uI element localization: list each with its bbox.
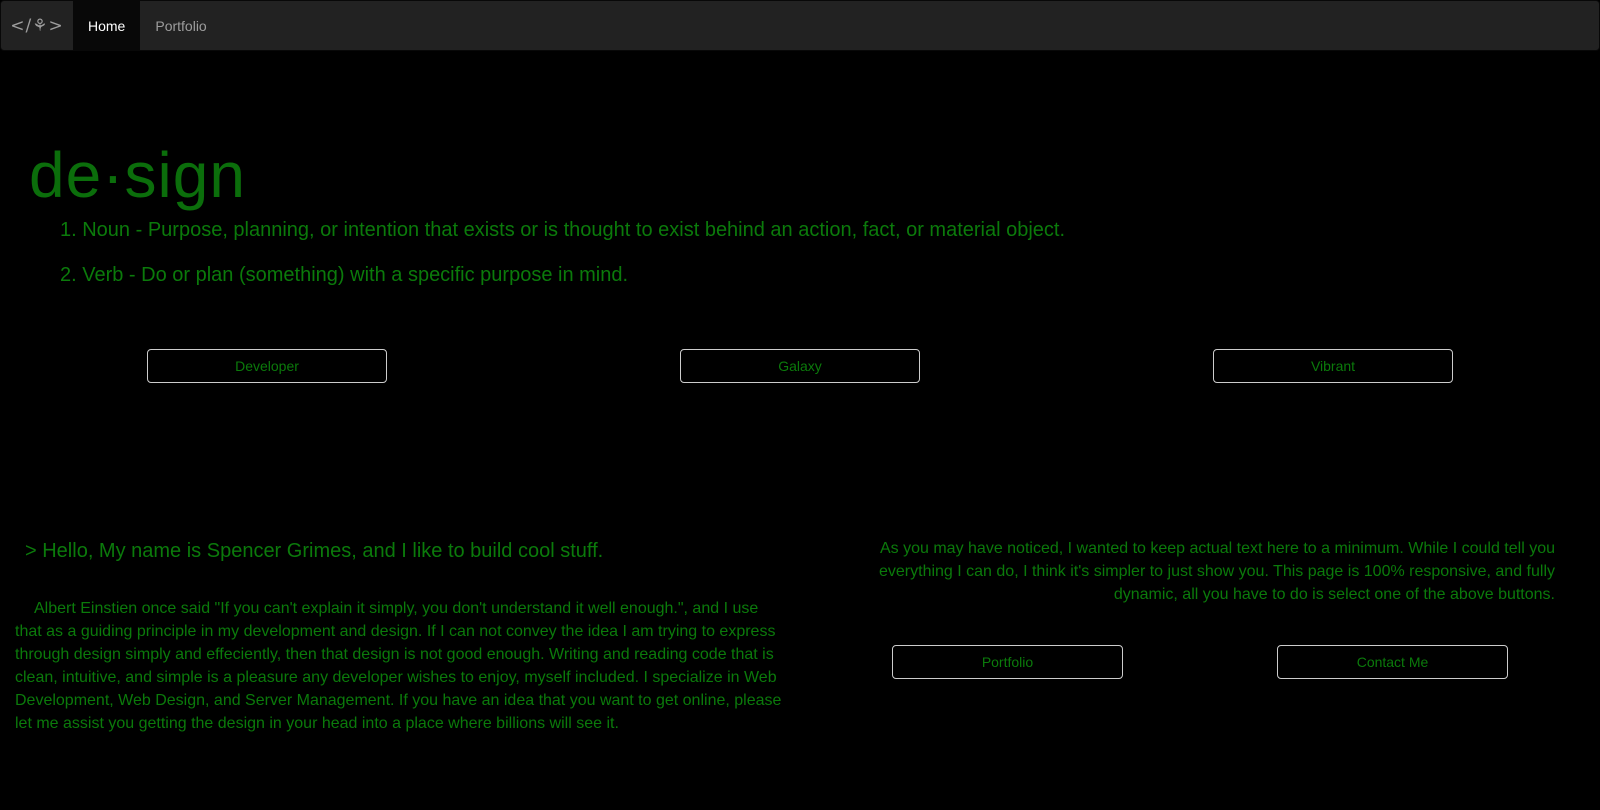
navbar: </⚘> Home Portfolio xyxy=(0,0,1600,51)
about-paragraph: Albert Einstien once said "If you can't … xyxy=(15,600,782,732)
notice-paragraph: As you may have noticed, I wanted to kee… xyxy=(879,540,1555,603)
theme-vibrant-button[interactable]: Vibrant xyxy=(1213,349,1453,383)
theme-developer-button[interactable]: Developer xyxy=(147,349,387,383)
definition-list: 1. Noun - Purpose, planning, or intentio… xyxy=(60,220,1065,310)
portfolio-button[interactable]: Portfolio xyxy=(892,645,1123,679)
nav-item-portfolio[interactable]: Portfolio xyxy=(140,1,221,50)
contact-me-button[interactable]: Contact Me xyxy=(1277,645,1508,679)
definition-verb: 2. Verb - Do or plan (something) with a … xyxy=(60,264,629,286)
brand-logo[interactable]: </⚘> xyxy=(1,1,73,50)
definition-noun: 1. Noun - Purpose, planning, or intentio… xyxy=(60,219,1066,241)
nav-item-home[interactable]: Home xyxy=(73,1,141,50)
page-title: de·sign xyxy=(29,139,246,211)
hello-heading: > Hello, My name is Spencer Grimes, and … xyxy=(25,540,604,562)
theme-galaxy-button[interactable]: Galaxy xyxy=(680,349,920,383)
